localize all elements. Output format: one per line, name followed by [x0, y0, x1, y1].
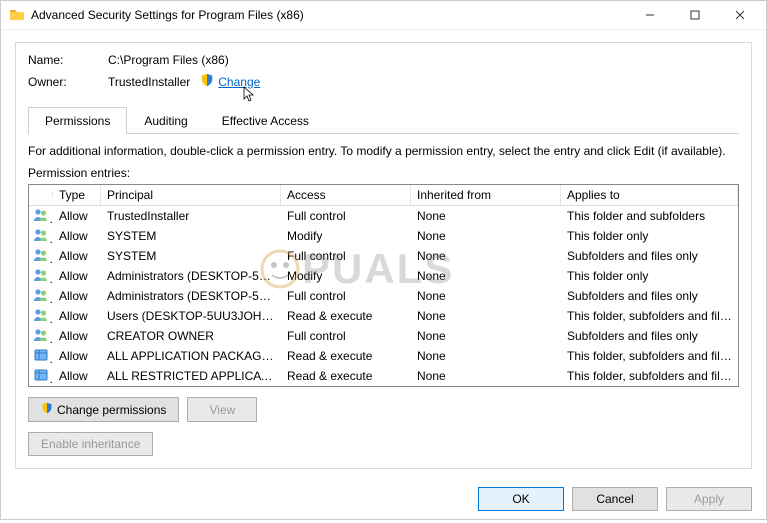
- window-title: Advanced Security Settings for Program F…: [31, 8, 627, 22]
- row-inherited: None: [411, 226, 561, 246]
- row-access: Read & execute: [281, 366, 411, 386]
- owner-row: Owner: TrustedInstaller Change: [28, 73, 739, 90]
- row-access: Full control: [281, 206, 411, 226]
- row-access: Full control: [281, 286, 411, 306]
- table-row[interactable]: AllowALL RESTRICTED APPLICATIO...Read & …: [29, 366, 738, 386]
- row-inherited: None: [411, 246, 561, 266]
- row-applies: This folder and subfolders: [561, 206, 738, 226]
- row-applies: This folder only: [561, 226, 738, 246]
- row-type: Allow: [53, 306, 101, 326]
- row-icon: [29, 364, 53, 388]
- name-row: Name: C:\Program Files (x86): [28, 53, 739, 67]
- owner-value: TrustedInstaller: [108, 75, 190, 89]
- apply-button[interactable]: Apply: [666, 487, 752, 511]
- name-label: Name:: [28, 53, 108, 67]
- row-applies: This folder, subfolders and files: [561, 306, 738, 326]
- row-principal: SYSTEM: [101, 246, 281, 266]
- row-type: Allow: [53, 266, 101, 286]
- enable-inheritance-button[interactable]: Enable inheritance: [28, 432, 153, 456]
- row-principal: Users (DESKTOP-5UU3JOH\Us...: [101, 306, 281, 326]
- table-row[interactable]: AllowCREATOR OWNERFull controlNoneSubfol…: [29, 326, 738, 346]
- table-header: Type Principal Access Inherited from App…: [29, 185, 738, 206]
- row-applies: Subfolders and files only: [561, 286, 738, 306]
- row-principal: Administrators (DESKTOP-5U...: [101, 266, 281, 286]
- tab-auditing[interactable]: Auditing: [127, 107, 204, 134]
- row-inherited: None: [411, 206, 561, 226]
- row-applies: Subfolders and files only: [561, 326, 738, 346]
- table-row[interactable]: AllowAdministrators (DESKTOP-5U...Modify…: [29, 266, 738, 286]
- row-type: Allow: [53, 206, 101, 226]
- entries-label: Permission entries:: [28, 166, 739, 180]
- row-type: Allow: [53, 246, 101, 266]
- table-row[interactable]: AllowAdministrators (DESKTOP-5U...Full c…: [29, 286, 738, 306]
- row-applies: Subfolders and files only: [561, 246, 738, 266]
- row-principal: Administrators (DESKTOP-5U...: [101, 286, 281, 306]
- row-inherited: None: [411, 326, 561, 346]
- row-inherited: None: [411, 266, 561, 286]
- close-button[interactable]: [717, 1, 762, 29]
- change-owner-link[interactable]: Change: [218, 75, 260, 89]
- row-access: Full control: [281, 326, 411, 346]
- table-row[interactable]: AllowALL APPLICATION PACKAGESRead & exec…: [29, 346, 738, 366]
- row-applies: This folder, subfolders and files: [561, 366, 738, 386]
- row-type: Allow: [53, 226, 101, 246]
- cancel-button[interactable]: Cancel: [572, 487, 658, 511]
- col-principal-header[interactable]: Principal: [101, 185, 281, 205]
- col-inherited-header[interactable]: Inherited from: [411, 185, 561, 205]
- row-applies: This folder, subfolders and files: [561, 346, 738, 366]
- inheritance-buttons: Enable inheritance: [28, 432, 739, 456]
- change-link-text: Change: [218, 75, 260, 89]
- content: Name: C:\Program Files (x86) Owner: Trus…: [1, 30, 766, 479]
- row-type: Allow: [53, 286, 101, 306]
- row-inherited: None: [411, 286, 561, 306]
- row-type: Allow: [53, 326, 101, 346]
- col-type-header[interactable]: Type: [53, 185, 101, 205]
- tab-permissions[interactable]: Permissions: [28, 107, 127, 134]
- permissions-table: Type Principal Access Inherited from App…: [28, 184, 739, 387]
- row-principal: CREATOR OWNER: [101, 326, 281, 346]
- col-icon-header[interactable]: [29, 192, 53, 198]
- row-access: Modify: [281, 226, 411, 246]
- col-applies-header[interactable]: Applies to: [561, 185, 738, 205]
- tabs: Permissions Auditing Effective Access: [28, 106, 739, 134]
- ok-button[interactable]: OK: [478, 487, 564, 511]
- change-permissions-button[interactable]: Change permissions: [28, 397, 179, 422]
- row-inherited: None: [411, 306, 561, 326]
- row-type: Allow: [53, 346, 101, 366]
- row-principal: TrustedInstaller: [101, 206, 281, 226]
- row-principal: SYSTEM: [101, 226, 281, 246]
- col-access-header[interactable]: Access: [281, 185, 411, 205]
- window: Advanced Security Settings for Program F…: [0, 0, 767, 520]
- owner-label: Owner:: [28, 75, 108, 89]
- tab-effective-access[interactable]: Effective Access: [205, 107, 326, 134]
- table-body: AllowTrustedInstallerFull controlNoneThi…: [29, 206, 738, 386]
- permission-buttons: Change permissions View: [28, 397, 739, 422]
- row-access: Modify: [281, 266, 411, 286]
- row-principal: ALL APPLICATION PACKAGES: [101, 346, 281, 366]
- row-type: Allow: [53, 366, 101, 386]
- row-inherited: None: [411, 366, 561, 386]
- main-panel: Name: C:\Program Files (x86) Owner: Trus…: [15, 42, 752, 469]
- row-access: Full control: [281, 246, 411, 266]
- maximize-button[interactable]: [672, 1, 717, 29]
- row-principal: ALL RESTRICTED APPLICATIO...: [101, 366, 281, 386]
- footer-buttons: OK Cancel Apply: [1, 479, 766, 523]
- row-inherited: None: [411, 346, 561, 366]
- shield-icon: [41, 402, 53, 417]
- view-button[interactable]: View: [187, 397, 257, 422]
- table-row[interactable]: AllowUsers (DESKTOP-5UU3JOH\Us...Read & …: [29, 306, 738, 326]
- table-row[interactable]: AllowTrustedInstallerFull controlNoneThi…: [29, 206, 738, 226]
- name-value: C:\Program Files (x86): [108, 53, 229, 67]
- row-access: Read & execute: [281, 346, 411, 366]
- row-applies: This folder only: [561, 266, 738, 286]
- table-row[interactable]: AllowSYSTEMFull controlNoneSubfolders an…: [29, 246, 738, 266]
- minimize-button[interactable]: [627, 1, 672, 29]
- info-text: For additional information, double-click…: [28, 144, 739, 158]
- row-access: Read & execute: [281, 306, 411, 326]
- table-row[interactable]: AllowSYSTEMModifyNoneThis folder only: [29, 226, 738, 246]
- titlebar: Advanced Security Settings for Program F…: [1, 1, 766, 30]
- shield-icon: [200, 73, 214, 90]
- change-permissions-label: Change permissions: [57, 403, 166, 417]
- folder-icon: [9, 7, 25, 23]
